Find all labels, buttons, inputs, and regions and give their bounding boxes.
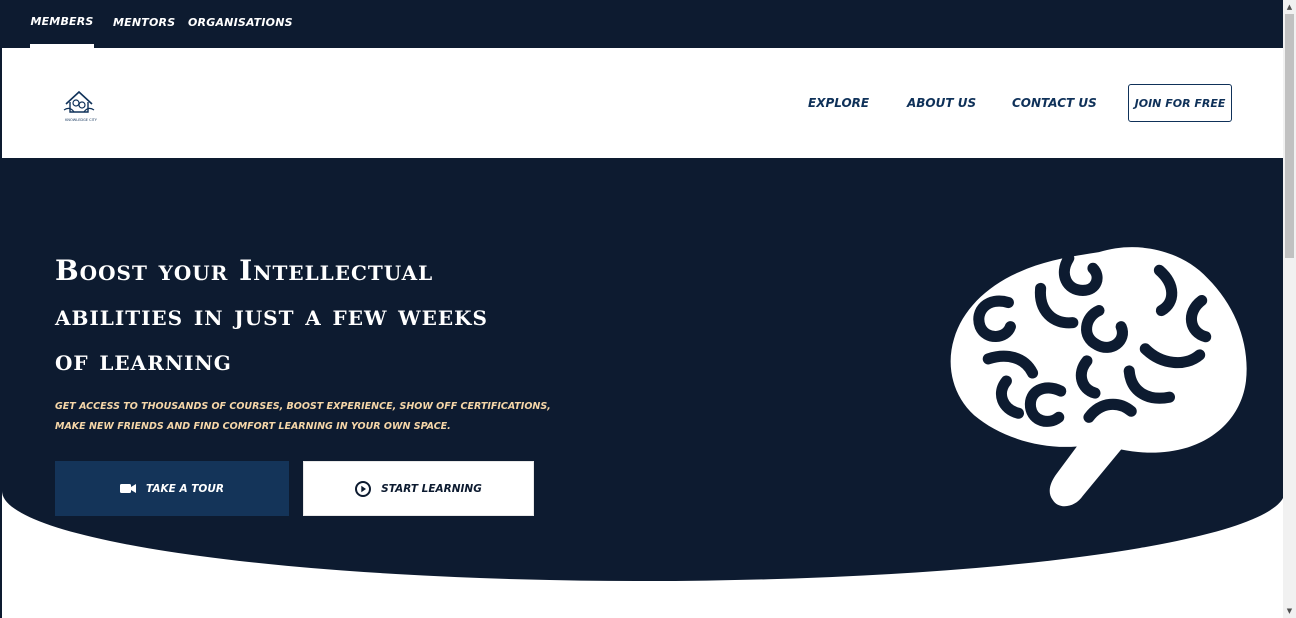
- take-a-tour-label: Take a tour: [146, 482, 224, 495]
- tab-mentors[interactable]: Mentors: [113, 0, 175, 48]
- hero-title: Boost your Intellectual abilities in jus…: [55, 248, 575, 383]
- tab-members[interactable]: Members: [30, 0, 94, 48]
- hero-title-line-3: of learning: [55, 344, 232, 377]
- hero-section: Boost your Intellectual abilities in jus…: [2, 158, 1285, 581]
- hero-title-line-2: abilities in just a few weeks: [55, 299, 488, 332]
- brain-house-logo-icon: KNOWLEDGE CITY: [63, 90, 98, 122]
- tab-organisations[interactable]: Organisations: [188, 0, 293, 48]
- hero-title-line-1: Boost your Intellectual: [55, 254, 434, 287]
- nav-contact-us[interactable]: Contact Us: [1012, 96, 1097, 110]
- scroll-up-arrow-icon[interactable]: ▲: [1283, 0, 1296, 14]
- brain-icon: [950, 247, 1247, 507]
- take-a-tour-button[interactable]: Take a tour: [55, 461, 289, 516]
- nav-about-us[interactable]: About Us: [907, 96, 976, 110]
- video-camera-icon: [120, 484, 137, 493]
- page: Members Mentors Organisations KNOWLEDGE …: [0, 0, 1285, 618]
- vertical-scrollbar[interactable]: ▲ ▼: [1283, 0, 1296, 618]
- start-learning-label: Start learning: [381, 482, 482, 495]
- hero-subtitle: Get access to thousands of courses, boos…: [55, 401, 551, 432]
- start-learning-button[interactable]: Start learning: [303, 461, 534, 516]
- site-logo[interactable]: KNOWLEDGE CITY: [60, 84, 102, 124]
- scrollbar-thumb[interactable]: [1285, 14, 1294, 258]
- scroll-down-arrow-icon[interactable]: ▼: [1283, 604, 1296, 618]
- nav-explore[interactable]: Explore: [808, 96, 869, 110]
- play-circle-icon: [355, 480, 372, 497]
- join-for-free-button[interactable]: Join for free: [1128, 84, 1232, 122]
- logo-caption: KNOWLEDGE CITY: [65, 118, 98, 122]
- audience-bar: Members Mentors Organisations: [2, 0, 1285, 48]
- site-header: KNOWLEDGE CITY Explore About Us Contact …: [2, 48, 1285, 158]
